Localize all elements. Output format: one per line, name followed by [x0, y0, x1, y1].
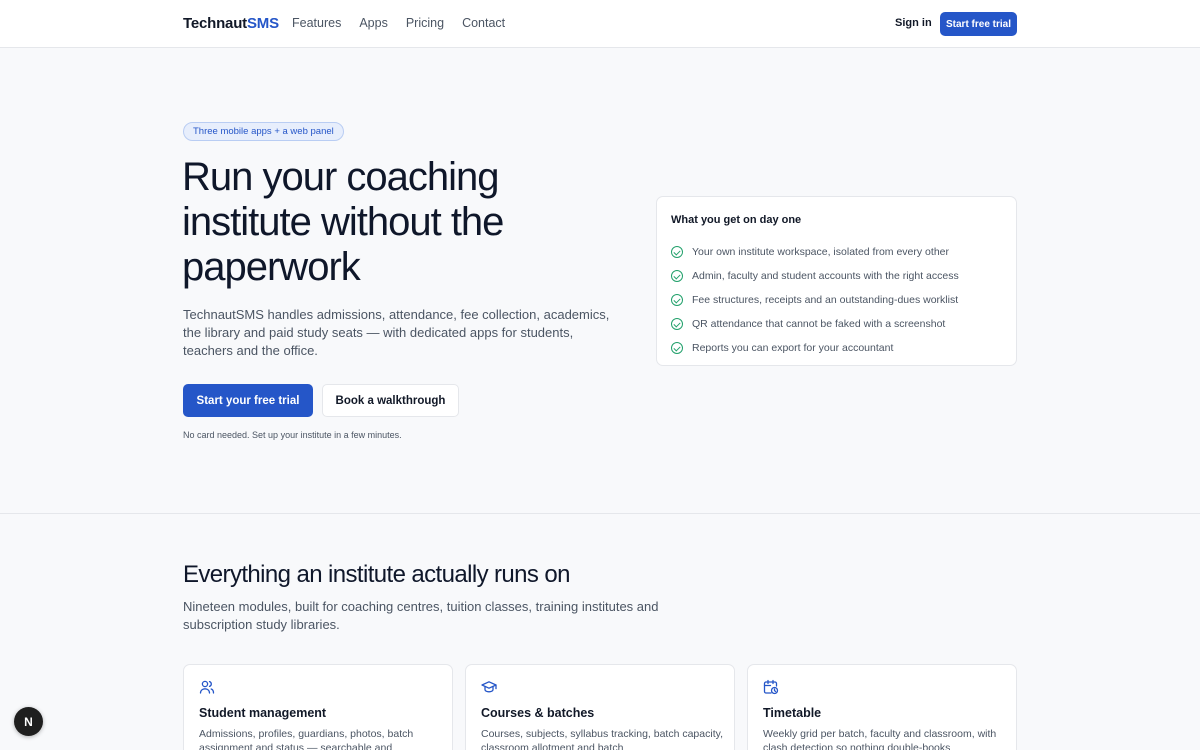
check-circle-icon	[671, 294, 683, 306]
calendar-clock-icon	[763, 679, 779, 695]
check-circle-icon	[671, 342, 683, 354]
feature-card-student-management[interactable]: Student management Admissions, profiles,…	[183, 664, 453, 750]
top-nav: TechnautSMS Features Apps Pricing Contac…	[0, 0, 1200, 48]
feature-card-title: Student management	[199, 706, 327, 720]
graduation-cap-icon	[481, 679, 497, 695]
list-item-label: Fee structures, receipts and an outstand…	[692, 294, 959, 306]
feature-card-title: Timetable	[763, 706, 822, 720]
list-item: Your own institute workspace, isolated f…	[671, 240, 959, 264]
hero-section: Three mobile apps + a web panel Run your…	[0, 49, 1200, 513]
users-icon	[199, 679, 215, 695]
check-circle-icon	[671, 270, 683, 282]
feature-card-description: Courses, subjects, syllabus tracking, ba…	[481, 728, 723, 750]
list-item: Admin, faculty and student accounts with…	[671, 264, 959, 288]
hero-note: No card needed. Set up your institute in…	[183, 430, 402, 440]
start-your-free-trial-button[interactable]: Start your free trial	[183, 384, 313, 417]
feature-card-description: Weekly grid per batch, faculty and class…	[763, 728, 997, 750]
list-item-label: QR attendance that cannot be faked with …	[692, 318, 946, 330]
nav-link-contact[interactable]: Contact	[462, 16, 505, 30]
feature-card-timetable[interactable]: Timetable Weekly grid per batch, faculty…	[747, 664, 1017, 750]
feature-card-description: Admissions, profiles, guardians, photos,…	[199, 728, 414, 750]
day-one-list: Your own institute workspace, isolated f…	[671, 240, 959, 360]
feature-card-courses-batches[interactable]: Courses & batches Courses, subjects, syl…	[465, 664, 735, 750]
start-free-trial-button[interactable]: Start free trial	[940, 12, 1017, 36]
nav-link-apps[interactable]: Apps	[359, 16, 388, 30]
features-subtitle: Nineteen modules, built for coaching cen…	[183, 599, 659, 632]
hero-description: TechnautSMS handles admissions, attendan…	[183, 307, 610, 358]
check-circle-icon	[671, 318, 683, 330]
list-item: QR attendance that cannot be faked with …	[671, 312, 959, 336]
day-one-card: What you get on day one Your own institu…	[656, 196, 1017, 366]
check-circle-icon	[671, 246, 683, 258]
nav-link-pricing[interactable]: Pricing	[406, 16, 444, 30]
nav-links: Features Apps Pricing Contact	[292, 16, 523, 30]
sign-in-link[interactable]: Sign in	[895, 17, 932, 29]
brand-name-accent: SMS	[246, 15, 279, 32]
feature-card-title: Courses & batches	[481, 706, 595, 720]
list-item-label: Admin, faculty and student accounts with…	[692, 270, 959, 282]
brand-logo[interactable]: TechnautSMS	[183, 15, 279, 32]
brand-name: Technaut	[183, 15, 247, 32]
book-walkthrough-button[interactable]: Book a walkthrough	[322, 384, 459, 417]
day-one-title: What you get on day one	[671, 214, 802, 226]
list-item-label: Reports you can export for your accounta…	[692, 342, 894, 354]
features-title: Everything an institute actually runs on	[183, 561, 571, 588]
nav-link-features[interactable]: Features	[292, 16, 341, 30]
section-divider	[0, 513, 1200, 514]
list-item: Fee structures, receipts and an outstand…	[671, 288, 959, 312]
hero-badge: Three mobile apps + a web panel	[183, 122, 344, 141]
list-item-label: Your own institute workspace, isolated f…	[692, 246, 949, 258]
list-item: Reports you can export for your accounta…	[671, 336, 959, 360]
nextjs-dev-indicator-button[interactable]: N	[14, 707, 43, 736]
hero-title: Run your coaching institute without the …	[182, 155, 504, 289]
